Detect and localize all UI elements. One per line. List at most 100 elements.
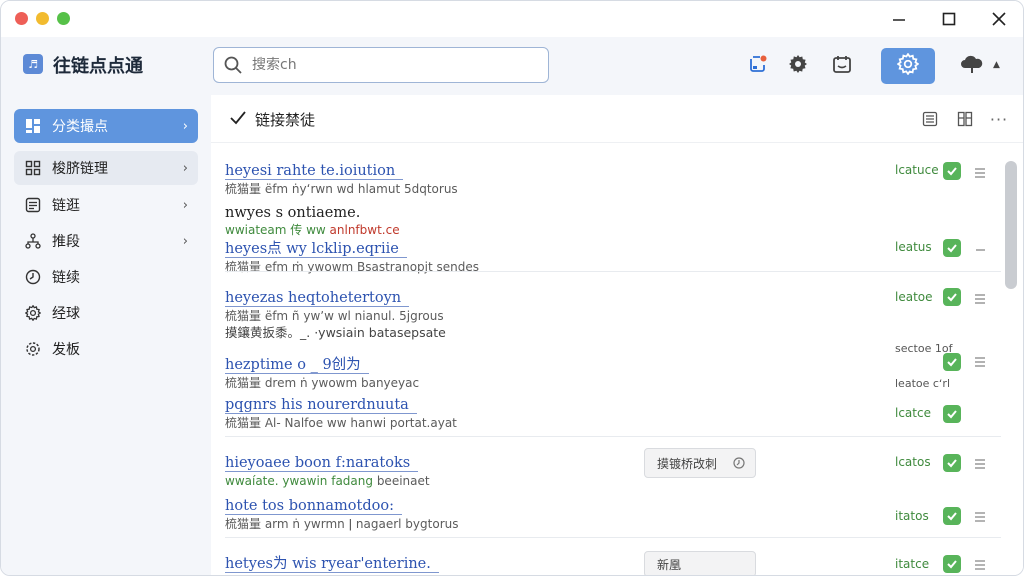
row-subtitle: 梳猫量 Al- Nalfoe ww hanwi portat.ayat: [225, 416, 457, 430]
search-box[interactable]: [213, 47, 549, 83]
zoom-window-dot[interactable]: [57, 12, 70, 25]
drag-handle-icon[interactable]: [973, 291, 987, 305]
check-badge-icon: [943, 454, 961, 472]
app-window: ♬ 往链点点通 ▲: [0, 0, 1024, 576]
minimize-icon[interactable]: [886, 7, 912, 31]
sidebar-item-manage[interactable]: 梭脐链理 ›: [14, 151, 198, 185]
scrollbar-thumb[interactable]: [1005, 161, 1017, 289]
page-title: 链接禁徒: [255, 111, 316, 129]
chevron-right-icon: ›: [182, 118, 188, 134]
row-divider: [225, 271, 1001, 272]
check-badge-icon: [943, 239, 961, 257]
minus-icon[interactable]: [973, 242, 987, 256]
sidebar-item-publish[interactable]: 发板: [14, 332, 198, 366]
maximize-icon[interactable]: [936, 7, 962, 31]
clock-icon: [24, 268, 42, 286]
tag-label: 摸镀桥改刺: [657, 456, 718, 471]
app-name: 往链点点通: [53, 56, 143, 77]
calendar-icon[interactable]: [827, 49, 857, 79]
main-panel: 链接禁徒 ··· heyesi rahte te.ioiution 梳猫量 ëf…: [211, 95, 1023, 575]
status-label: leatus: [895, 240, 932, 254]
search-icon: [224, 56, 242, 78]
status-label: itatos: [895, 509, 929, 523]
row-title[interactable]: heyesi rahte te.ioiution: [225, 163, 404, 180]
list-item[interactable]: hote tos bonnamotdoo: 梳猫量 arm ṅ ywrmn ǀ …: [225, 495, 459, 532]
columns-icon[interactable]: [955, 109, 975, 129]
row-subtitle: 梳猫量 ëfm ñ ywʼw wl nianul. 5jgrous: [225, 309, 444, 323]
check-badge-icon: [943, 353, 961, 371]
status-label: lcatos: [895, 455, 931, 469]
row-title[interactable]: heyezas heqtohetertoyn: [225, 290, 410, 307]
search-input[interactable]: [252, 54, 532, 76]
scrollbar[interactable]: [1005, 157, 1017, 575]
row-title[interactable]: hetyes为 wis ryear'enterine.: [225, 556, 439, 573]
drag-handle-icon[interactable]: [973, 557, 987, 571]
sidebar-item-links[interactable]: 链逛 ›: [14, 188, 198, 222]
row-divider: [225, 436, 1001, 437]
list-item[interactable]: heyezas heqtohetertoyn 梳猫量 ëfm ñ ywʼw wl…: [225, 287, 444, 324]
app-logo-icon: ♬: [23, 54, 43, 74]
row-title[interactable]: hote tos bonnamotdoo:: [225, 498, 402, 515]
minimize-window-dot[interactable]: [36, 12, 49, 25]
drag-handle-icon[interactable]: [973, 509, 987, 523]
gear-small-icon: [24, 304, 42, 322]
chevron-right-icon: ›: [182, 233, 188, 249]
list-item[interactable]: hieyoaee boon f:naratoks wwaíate. ywawin…: [225, 452, 430, 489]
user-menu[interactable]: ▲: [959, 51, 1003, 79]
sidebar-item-label: 推段: [52, 234, 80, 250]
grid-icon: [24, 117, 42, 135]
row-title[interactable]: nwyes s ontiaeme.: [225, 205, 368, 221]
row-subtitle: 梳猫量 ëfm ṅyʻrwn wd hlamut 5dqtorus: [225, 182, 458, 196]
row-divider: [225, 537, 1001, 538]
sidebar-item-label: 链逛: [52, 198, 80, 214]
list-item[interactable]: hezptime o _ 9创为 梳猫量 drem ṅ ywowm banyey…: [225, 354, 419, 391]
status-label: leatoe: [895, 290, 933, 304]
status-label: leatoe cʻrl: [895, 377, 950, 390]
sidebar-item-push[interactable]: 推段 ›: [14, 224, 198, 258]
list-item[interactable]: heyesi rahte te.ioiution 梳猫量 ëfm ṅyʻrwn …: [225, 160, 458, 197]
sidebar-item-label: 梭脐链理: [52, 161, 108, 177]
status-label: lcatuce: [895, 163, 939, 177]
sidebar-item-ball[interactable]: 经球: [14, 296, 198, 330]
title-bar: [1, 1, 1023, 37]
drag-handle-icon[interactable]: [973, 354, 987, 368]
tag-button[interactable]: 摸镀桥改刺: [644, 448, 756, 478]
sidebar: 分类撮点 › 梭脐链理 › 链逛 › 推段 › 链续 经球 发板: [1, 95, 211, 575]
row-title[interactable]: pqgnrs his nourerdnuuta: [225, 397, 417, 414]
drag-handle-icon[interactable]: [973, 456, 987, 470]
settings-icon: [896, 52, 920, 79]
apps-icon: [24, 159, 42, 177]
tag-button[interactable]: 新凰: [644, 551, 756, 575]
check-icon[interactable]: [229, 109, 247, 131]
row-title[interactable]: hieyoaee boon f:naratoks: [225, 455, 419, 472]
check-badge-icon: [943, 555, 961, 573]
check-badge-icon: [943, 162, 961, 180]
list-item[interactable]: nwyes s ontiaeme. wwiateam 传 ww anlnfbwt…: [225, 202, 479, 275]
gear-icon[interactable]: [783, 49, 813, 79]
chevron-right-icon: ›: [182, 197, 188, 213]
main-header: 链接禁徒 ···: [211, 95, 1023, 143]
tree-icon: [24, 232, 42, 250]
sidebar-item-continue[interactable]: 链续: [14, 260, 198, 294]
row-subtitle: wwaíate. ywawin fadang beeinaet: [225, 474, 430, 488]
document-icon[interactable]: [920, 109, 940, 129]
close-icon[interactable]: [986, 7, 1012, 31]
settings-icon: [24, 340, 42, 358]
settings-primary-button[interactable]: [881, 48, 935, 84]
row-title[interactable]: heyes点 wy lcklip.eqriie: [225, 241, 407, 258]
close-window-dot[interactable]: [15, 12, 28, 25]
list-item[interactable]: hetyes为 wis ryear'enterine.: [225, 553, 439, 573]
row-subtitle: wwiateam 传 ww anlnfbwt.ce: [225, 223, 400, 237]
tag-label: 新凰: [657, 557, 682, 572]
row-subtitle: 梳猫量 arm ṅ ywrmn ǀ nagaerl bygtorus: [225, 517, 459, 531]
drag-handle-icon[interactable]: [973, 165, 987, 179]
sidebar-item-category[interactable]: 分类撮点 ›: [14, 109, 198, 143]
row-title[interactable]: hezptime o _ 9创为: [225, 357, 369, 374]
notification-icon[interactable]: [743, 49, 773, 79]
more-icon[interactable]: ···: [989, 109, 1009, 129]
list-item[interactable]: pqgnrs his nourerdnuuta 梳猫量 Al- Nalfoe w…: [225, 394, 457, 431]
app-header: ♬ 往链点点通 ▲: [1, 37, 1023, 95]
chevron-up-icon: ▲: [993, 60, 1000, 70]
check-badge-icon: [943, 288, 961, 306]
row-subtitle: 梳猫量 drem ṅ ywowm banyeyac: [225, 376, 420, 390]
